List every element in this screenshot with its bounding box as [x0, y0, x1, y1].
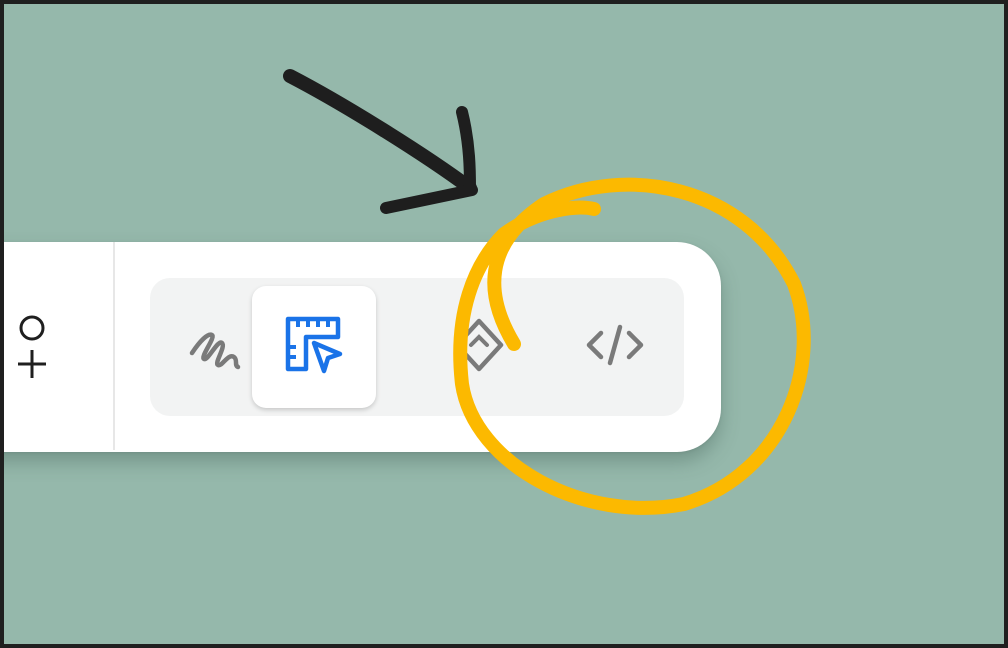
screenshot-frame — [0, 0, 1008, 648]
diamond-icon — [447, 313, 511, 382]
code-brackets-icon — [583, 313, 647, 382]
mode-toolbar — [4, 242, 721, 452]
code-mode-button[interactable] — [553, 286, 677, 408]
prototype-mode-button[interactable] — [417, 286, 541, 408]
toolbar-divider — [113, 242, 115, 450]
mode-switcher — [150, 278, 684, 416]
design-mode-button[interactable] — [252, 286, 376, 408]
user-add-icon[interactable] — [12, 312, 52, 382]
ruler-cursor-icon — [282, 313, 346, 382]
scribble-icon — [186, 313, 250, 382]
